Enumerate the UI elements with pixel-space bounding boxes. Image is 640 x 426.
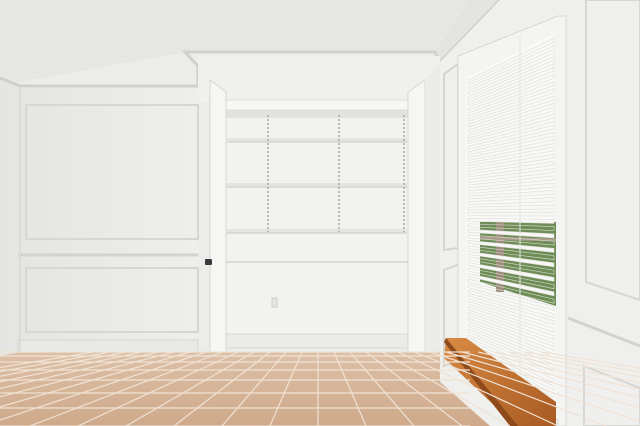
closet-shelf	[227, 183, 407, 187]
blind-slat	[467, 211, 555, 217]
outlet	[271, 297, 278, 308]
wall-between-closet-window	[425, 62, 440, 382]
tile-floor	[0, 352, 490, 426]
left-wall	[0, 80, 198, 356]
closet-baseboard	[225, 333, 409, 349]
closet-header-wall	[198, 56, 440, 102]
left-baseboard	[17, 339, 199, 353]
closet-header-trim	[221, 99, 413, 111]
left-door-knob	[205, 259, 212, 265]
closet-shelf	[227, 229, 407, 233]
closet-interior	[225, 108, 410, 348]
room-scene	[0, 0, 640, 426]
closet-shelf	[227, 138, 407, 142]
